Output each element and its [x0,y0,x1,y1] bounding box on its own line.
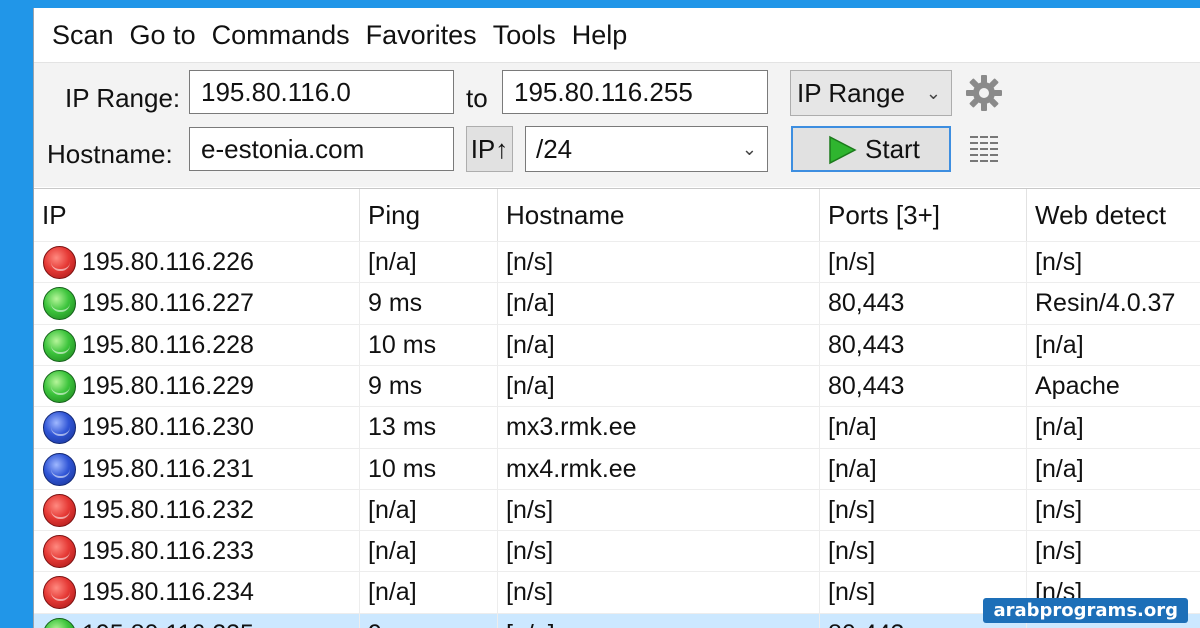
cell-web-detect: Resin/4.0.37 [1027,283,1200,324]
mode-select[interactable]: IP Range ⌄ [790,70,952,116]
cell-ping: 10 ms [360,448,498,490]
hostname-label: Hostname: [47,139,173,169]
mode-select-value: IP Range [797,78,905,108]
cell-ports: 80,443 [820,324,1027,366]
cell-ping: [n/a] [360,242,498,283]
cell-ping: [n/a] [360,531,498,573]
cell-ip: 195.80.116.230 [34,407,360,449]
status-blue-icon [43,411,76,445]
start-button-label: Start [865,134,920,164]
netmask-select-value: /24 [536,134,573,164]
cell-ping: 10 ms [360,324,498,366]
cell-ports: [n/s] [820,242,1027,283]
table-row[interactable]: 195.80.116.228 10 ms [n/a] 80,443 [n/a] [34,323,1200,366]
cell-web-detect: [n/a] [1027,325,1200,366]
cell-ping: 9 ms [360,365,498,407]
cell-web-detect: [n/a] [1027,407,1200,448]
cell-web-detect: Apache [1027,366,1200,407]
table-row[interactable]: 195.80.116.227 9 ms [n/a] 80,443 Resin/4.0.3… [34,282,1200,325]
to-label: to [466,83,488,113]
ip-to-input[interactable] [502,70,768,114]
menu-tools[interactable]: Tools [485,15,564,55]
table-row[interactable]: 195.80.116.233 [n/a] [n/s] [n/s] [n/s] [34,530,1200,573]
cell-hostname: mx4.rmk.ee [498,448,820,490]
cell-ports: 80,443 [820,365,1027,407]
cell-ip: 195.80.116.231 [34,448,360,490]
cell-hostname: [n/a] [498,324,820,366]
status-red-icon [43,493,76,527]
menu-favorites[interactable]: Favorites [358,15,485,55]
cell-ip: 195.80.116.226 [34,242,360,283]
status-green-icon [43,328,76,362]
cell-ip: 195.80.116.235 [34,613,360,628]
cell-ports: [n/s] [820,489,1027,531]
column-header-web-detect[interactable]: Web detect [1027,189,1200,241]
table-row[interactable]: 195.80.116.226 [n/a] [n/s] [n/s] [n/s] [34,241,1200,283]
status-green-icon [43,369,76,403]
results-table: IP Ping Hostname Ports [3+] Web detect 1… [34,188,1200,628]
chevron-down-icon: ⌄ [925,83,941,103]
cell-ip: 195.80.116.229 [34,365,360,407]
cell-ip: 195.80.116.233 [34,531,360,573]
column-header-ports[interactable]: Ports [3+] [820,189,1027,241]
column-header-ip[interactable]: IP [34,189,360,241]
table-row[interactable]: 195.80.116.232 [n/a] [n/s] [n/s] [n/s] [34,488,1200,531]
cell-hostname: mx3.rmk.ee [498,407,820,449]
column-header-hostname[interactable]: Hostname [498,189,820,241]
menu-bar: Scan Go to Commands Favorites Tools Help [34,8,1200,62]
table-row[interactable]: 195.80.116.229 9 ms [n/a] 80,443 Apache [34,364,1200,407]
table-header: IP Ping Hostname Ports [3+] Web detect [34,189,1200,241]
cell-ip: 195.80.116.227 [34,283,360,325]
cell-ports: 80,443 [820,283,1027,325]
cell-ping: 9 ms [360,613,498,628]
watermark: arabprograms.org [983,598,1188,623]
cell-ports: [n/s] [820,531,1027,573]
hostname-input[interactable] [189,127,454,171]
cell-ports: [n/a] [820,448,1027,490]
cell-ip: 195.80.116.232 [34,489,360,531]
cell-web-detect: [n/s] [1027,531,1200,572]
cell-web-detect: [n/s] [1027,490,1200,531]
table-row[interactable]: 195.80.116.231 10 ms mx4.rmk.ee [n/a] [n/a] [34,447,1200,490]
cell-hostname: [n/a] [498,613,820,628]
cell-hostname: [n/s] [498,531,820,573]
status-blue-icon [43,452,76,486]
cell-ip: 195.80.116.228 [34,324,360,366]
menu-goto[interactable]: Go to [122,15,204,55]
status-red-icon [43,535,76,569]
table-row[interactable]: 195.80.116.230 13 ms mx3.rmk.ee [n/a] [n/a] [34,406,1200,449]
ip-lookup-button[interactable]: IP↑ [466,126,513,172]
cell-ping: [n/a] [360,572,498,614]
ip-from-input[interactable] [189,70,454,114]
app-window: Scan Go to Commands Favorites Tools Help… [33,8,1200,628]
cell-hostname: [n/s] [498,572,820,614]
toolbar: IP Range: to IP Range ⌄ [34,63,1200,187]
column-header-ping[interactable]: Ping [360,189,498,241]
cell-ports: [n/a] [820,407,1027,449]
cell-hostname: [n/s] [498,489,820,531]
cell-hostname: [n/s] [498,242,820,283]
start-button[interactable]: Start [791,126,951,172]
play-icon [829,135,857,165]
cell-ping: 13 ms [360,407,498,449]
cell-hostname: [n/a] [498,283,820,325]
menu-help[interactable]: Help [564,15,636,55]
preferences-gear-icon[interactable] [964,73,1004,118]
cell-web-detect: [n/a] [1027,449,1200,490]
cell-ip: 195.80.116.234 [34,572,360,614]
cell-hostname: [n/a] [498,365,820,407]
status-red-icon [43,246,76,279]
chevron-down-icon: ⌄ [741,139,757,159]
ip-range-label: IP Range: [65,83,181,113]
cell-ping: 9 ms [360,283,498,325]
columns-icon[interactable] [968,133,1000,172]
menu-commands[interactable]: Commands [204,15,358,55]
cell-web-detect: [n/s] [1027,242,1200,283]
netmask-select[interactable]: /24 ⌄ [525,126,768,172]
cell-ping: [n/a] [360,489,498,531]
menu-scan[interactable]: Scan [44,15,122,55]
